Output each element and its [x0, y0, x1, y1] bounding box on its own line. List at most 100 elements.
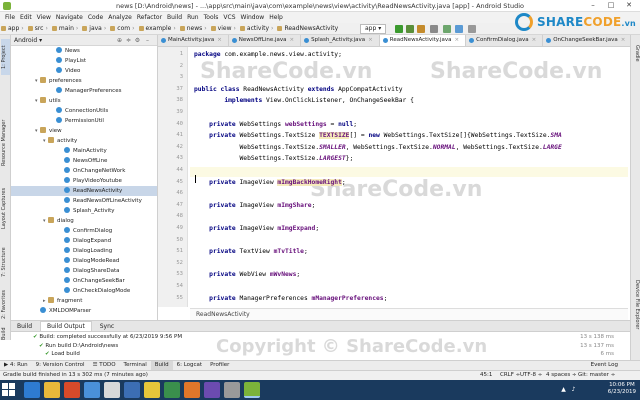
chrome-icon[interactable]: [144, 382, 160, 398]
tree-item[interactable]: News: [11, 46, 157, 56]
close-tab-icon[interactable]: ×: [290, 37, 295, 43]
ie-icon[interactable]: [24, 382, 40, 398]
tree-item[interactable]: ▸ fragment: [11, 296, 157, 306]
tree-item[interactable]: ConfirmDialog: [11, 226, 157, 236]
indent-setting[interactable]: 4 spaces ÷: [546, 371, 577, 380]
menu-build[interactable]: Build: [167, 12, 182, 23]
tab-gradle[interactable]: Gradle: [632, 45, 640, 62]
tool-tab[interactable]: Build: [150, 361, 173, 370]
locate-icon[interactable]: ⊕: [116, 37, 123, 44]
menu-tools[interactable]: Tools: [204, 12, 219, 23]
tree-item[interactable]: ReadNewsActivity: [11, 186, 157, 196]
build-row[interactable]: ✔ Load build: [45, 351, 80, 357]
editor-breadcrumb[interactable]: ReadNewsActivity: [190, 308, 628, 320]
tab-favorites[interactable]: 2: Favorites: [1, 287, 10, 321]
clock[interactable]: 10:06 PM 6/23/2019: [608, 382, 636, 396]
sync-tab[interactable]: Sync: [94, 322, 120, 332]
event-log-tab[interactable]: Event Log: [587, 361, 622, 370]
avd-manager-icon[interactable]: [455, 25, 463, 33]
tree-item[interactable]: OnCheckDialogMode: [11, 286, 157, 296]
collapse-icon[interactable]: ≑: [125, 37, 132, 44]
search-icon[interactable]: [468, 25, 476, 33]
windows-start-icon[interactable]: [2, 383, 16, 397]
breadcrumb-item[interactable]: java: [81, 24, 109, 34]
app-icon-purple[interactable]: [204, 382, 220, 398]
menu-file[interactable]: File: [5, 12, 15, 23]
profile-icon[interactable]: [417, 25, 425, 33]
breadcrumb-item[interactable]: main: [51, 24, 81, 34]
tree-item[interactable]: OnChangeSeekBar: [11, 276, 157, 286]
tree-item[interactable]: XMLDOMParser: [11, 306, 157, 316]
tool-tab[interactable]: ▶ 4: Run: [0, 361, 32, 370]
caret-position[interactable]: 45:1: [480, 371, 492, 380]
menu-vcs[interactable]: VCS: [223, 12, 235, 23]
build-tab[interactable]: Build: [11, 322, 38, 332]
tool-tab[interactable]: ☰ TODO: [89, 361, 120, 370]
menu-navigate[interactable]: Navigate: [56, 12, 83, 23]
breadcrumb-item[interactable]: activity: [239, 24, 277, 34]
tool-tab[interactable]: Terminal: [120, 361, 151, 370]
editor-tab[interactable]: OnChangeSeekBar.java ×: [543, 35, 630, 46]
tab-project[interactable]: 1: Project: [1, 39, 10, 75]
tree-item[interactable]: DialogExpand: [11, 236, 157, 246]
tree-item[interactable]: OnChangeNetWork: [11, 166, 157, 176]
app-icon-gray2[interactable]: [224, 382, 240, 398]
sdk-manager-icon[interactable]: [443, 25, 451, 33]
close-tab-icon[interactable]: ×: [532, 37, 537, 43]
tree-item[interactable]: PlayVideoYoutube: [11, 176, 157, 186]
app-icon-blue[interactable]: [84, 382, 100, 398]
editor-tab[interactable]: ReadNewsActivity.java ×: [379, 35, 467, 46]
word-icon[interactable]: [124, 382, 140, 398]
tree-item[interactable]: DialogLoading: [11, 246, 157, 256]
android-studio-taskbar-icon[interactable]: [244, 382, 260, 398]
tree-item[interactable]: MainActivity: [11, 146, 157, 156]
close-button[interactable]: ✕: [620, 0, 638, 11]
editor-tab[interactable]: NewsOffLine.java ×: [229, 35, 302, 46]
volume-icon[interactable]: ♪: [570, 386, 577, 393]
tree-item[interactable]: ManagerPreferences: [11, 86, 157, 96]
close-tab-icon[interactable]: ×: [455, 37, 460, 43]
tree-item[interactable]: NewsOffLine: [11, 156, 157, 166]
minimize-button[interactable]: –: [584, 0, 602, 11]
app-icon-gray[interactable]: [104, 382, 120, 398]
breadcrumb-item[interactable]: view: [210, 24, 239, 34]
breadcrumb-item[interactable]: com: [109, 24, 137, 34]
tree-item[interactable]: ▾ utils: [11, 96, 157, 106]
tree-item[interactable]: PermissionUtil: [11, 116, 157, 126]
menu-code[interactable]: Code: [88, 12, 103, 23]
app-icon-orange[interactable]: [184, 382, 200, 398]
breadcrumb-item[interactable]: news: [179, 24, 210, 34]
maximize-button[interactable]: □: [602, 0, 620, 11]
app-icon-green[interactable]: [164, 382, 180, 398]
tree-item[interactable]: ▾ view: [11, 126, 157, 136]
run-configuration-select[interactable]: app ▾: [360, 24, 387, 34]
tree-item[interactable]: ConnectionUtils: [11, 106, 157, 116]
tree-item[interactable]: DialogShareData: [11, 266, 157, 276]
stop-icon[interactable]: [430, 25, 438, 33]
tool-tab[interactable]: 9: Version Control: [32, 361, 89, 370]
close-tab-icon[interactable]: ×: [217, 37, 222, 43]
line-separator[interactable]: CRLF ÷: [500, 371, 520, 380]
menu-window[interactable]: Window: [241, 12, 265, 23]
editor-tab[interactable]: MainActivity.java ×: [158, 35, 229, 46]
tree-item[interactable]: ReadNewsOffLineActivity: [11, 196, 157, 206]
project-view-select[interactable]: Android ▾: [14, 36, 42, 45]
file-encoding[interactable]: UTF-8 ÷: [520, 371, 542, 380]
breadcrumb-item[interactable]: example: [138, 24, 179, 34]
tree-item[interactable]: ▾ dialog: [11, 216, 157, 226]
breadcrumb-item[interactable]: src: [27, 24, 51, 34]
debug-icon[interactable]: [406, 25, 414, 33]
tree-item[interactable]: ▾ activity: [11, 136, 157, 146]
menu-analyze[interactable]: Analyze: [108, 12, 132, 23]
build-output-tab[interactable]: Build Output: [39, 321, 92, 331]
tree-item[interactable]: PlayList: [11, 56, 157, 66]
tree-item[interactable]: DialogModeRead: [11, 256, 157, 266]
network-icon[interactable]: ▲: [560, 386, 567, 393]
tool-tab[interactable]: 6: Logcat: [173, 361, 206, 370]
tab-device-file-explorer[interactable]: Device File Explorer: [632, 280, 640, 329]
run-icon[interactable]: [395, 25, 403, 33]
gear-icon[interactable]: ⚙: [134, 37, 141, 44]
file-explorer-icon[interactable]: [44, 382, 60, 398]
tab-layout-captures[interactable]: Layout Captures: [1, 185, 10, 231]
vcs-branch[interactable]: Git: master ÷: [578, 371, 615, 380]
